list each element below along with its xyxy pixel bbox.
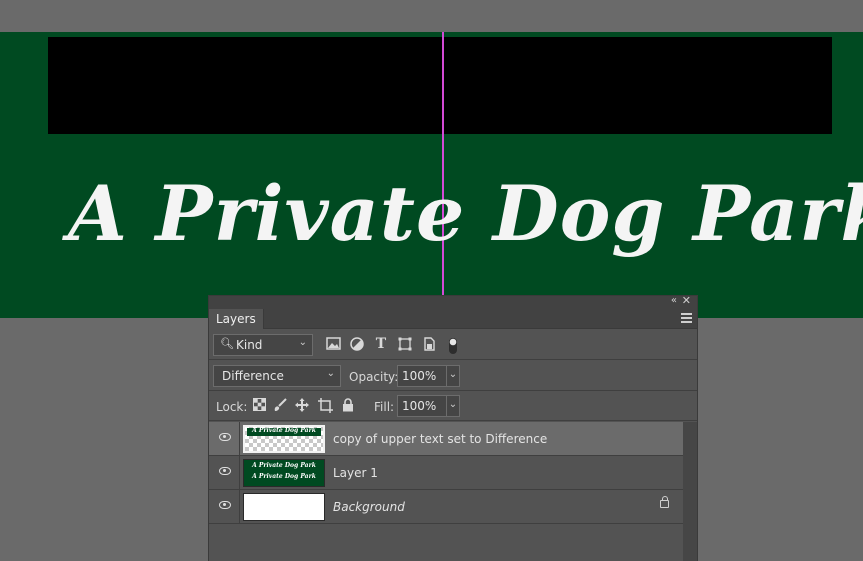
panel-tab-row: Layers: [209, 309, 697, 329]
filter-kind-select[interactable]: 🔍︎ Kind ⌄: [213, 334, 313, 356]
black-rectangle: [48, 37, 832, 134]
lock-row: Lock: Fill: 100% ⌄: [209, 391, 697, 421]
blend-mode-row: Difference ⌄ Opacity: 100% ⌄: [209, 361, 697, 391]
fill-dropdown-icon[interactable]: ⌄: [446, 395, 460, 417]
opacity-input[interactable]: 100%: [397, 365, 447, 387]
canvas-headline-text: A Private Dog Park: [68, 169, 863, 258]
panel-menu-icon[interactable]: [681, 313, 692, 325]
layer-name[interactable]: Layer 1: [333, 466, 378, 480]
layer-row[interactable]: A Private Dog Park A Private Dog Park La…: [209, 456, 683, 490]
panel-title-bar: « ✕: [209, 294, 697, 309]
collapse-panel-icon[interactable]: «: [671, 295, 677, 306]
adjustment-filter-icon[interactable]: [349, 337, 365, 353]
document-canvas[interactable]: A Private Dog Park: [0, 32, 863, 318]
fill-input[interactable]: 100%: [397, 395, 447, 417]
thumb-text-top: A Private Dog Park: [252, 462, 316, 469]
lock-all-icon[interactable]: [341, 398, 355, 412]
layer-thumbnail[interactable]: A Private Dog Park A Private Dog Park: [243, 459, 325, 487]
eye-icon[interactable]: [219, 433, 231, 441]
filter-kind-label: Kind: [236, 338, 263, 352]
layers-panel: « ✕ Layers 🔍︎ Kind ⌄ T Difference ⌄ Opac…: [208, 294, 698, 561]
layer-row[interactable]: A Private Dog Park copy of upper text se…: [209, 422, 683, 456]
image-filter-icon[interactable]: [325, 337, 341, 353]
blend-mode-value: Difference: [222, 369, 284, 383]
layer-name[interactable]: Background: [333, 500, 405, 514]
opacity-label: Opacity:: [349, 370, 399, 384]
search-icon: 🔍︎: [220, 337, 234, 350]
type-filter-icon[interactable]: T: [373, 337, 389, 353]
filter-toggle-icon[interactable]: [445, 337, 461, 354]
opacity-dropdown-icon[interactable]: ⌄: [446, 365, 460, 387]
layer-name[interactable]: copy of upper text set to Difference: [333, 432, 547, 446]
blend-mode-select[interactable]: Difference ⌄: [213, 365, 341, 387]
close-panel-icon[interactable]: ✕: [682, 294, 691, 307]
chevron-down-icon: ⌄: [298, 337, 307, 348]
lock-artboard-icon[interactable]: [318, 398, 333, 413]
layers-list: A Private Dog Park copy of upper text se…: [209, 422, 683, 561]
eye-icon[interactable]: [219, 501, 231, 509]
lock-label: Lock:: [216, 400, 248, 414]
lock-paint-icon[interactable]: [273, 398, 287, 412]
layer-thumbnail[interactable]: A Private Dog Park: [243, 425, 325, 453]
lock-icon: [660, 496, 669, 508]
layer-row[interactable]: Background: [209, 490, 683, 524]
lock-position-icon[interactable]: [295, 398, 309, 412]
layer-thumbnail[interactable]: [243, 493, 325, 521]
thumb-text-bottom: A Private Dog Park: [252, 473, 316, 480]
shape-filter-icon[interactable]: [397, 337, 413, 353]
thumb-text: A Private Dog Park: [252, 427, 316, 434]
lock-transparent-icon[interactable]: [252, 398, 266, 412]
eye-icon[interactable]: [219, 467, 231, 475]
tab-layers[interactable]: Layers: [209, 309, 264, 329]
smart-object-filter-icon[interactable]: [421, 337, 437, 353]
chevron-down-icon: ⌄: [326, 368, 335, 379]
layer-filter-row: 🔍︎ Kind ⌄ T: [209, 330, 697, 360]
fill-label: Fill:: [374, 400, 395, 414]
layers-scrollbar[interactable]: [683, 422, 697, 561]
